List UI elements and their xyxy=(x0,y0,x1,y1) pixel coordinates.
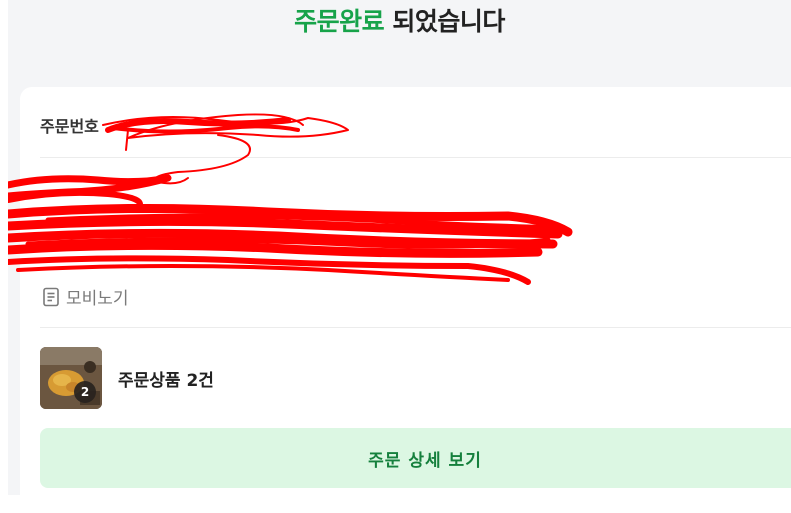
document-icon xyxy=(42,287,60,307)
quantity-badge: 2 xyxy=(74,381,96,403)
product-summary[interactable]: 2 주문상품 2건 xyxy=(40,347,214,409)
page-title: 주문완료 되었습니다 xyxy=(8,2,791,38)
title-rest: 되었습니다 xyxy=(384,7,505,36)
product-thumbnail: 2 xyxy=(40,347,102,409)
order-number-label: 주문번호 xyxy=(40,117,99,136)
order-card: 주문번호 모비노기 2 주문상품 2건 주문 상세 보기 xyxy=(20,87,791,495)
order-detail-button[interactable]: 주문 상세 보기 xyxy=(40,428,791,488)
memo-label: 모비노기 xyxy=(66,289,129,309)
page-background: 주문완료 되었습니다 주문번호 모비노기 2 주문상품 2건 주문 상세 보기 xyxy=(8,0,791,495)
memo-row: 모비노기 xyxy=(42,284,129,309)
divider xyxy=(40,157,791,158)
divider xyxy=(40,327,791,328)
title-accent: 주문완료 xyxy=(294,7,385,36)
product-summary-label: 주문상품 2건 xyxy=(118,370,214,391)
